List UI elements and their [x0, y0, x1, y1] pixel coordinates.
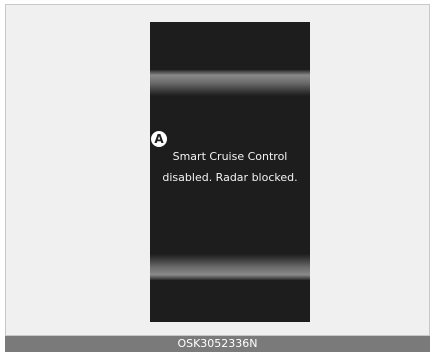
warning-message: Smart Cruise Control disabled. Radar blo…: [150, 146, 310, 188]
figure-code-caption: OSK3052336N: [5, 336, 430, 352]
display-bottom-band: [150, 254, 310, 280]
illustration-frame: A Smart Cruise Control disabled. Radar b…: [5, 4, 430, 336]
display-top-band: [150, 70, 310, 96]
cluster-display: A Smart Cruise Control disabled. Radar b…: [150, 22, 310, 322]
callout-marker-a: A: [151, 131, 167, 147]
warning-message-line-1: Smart Cruise Control: [172, 150, 288, 163]
warning-message-line-2: disabled. Radar blocked.: [162, 171, 298, 184]
